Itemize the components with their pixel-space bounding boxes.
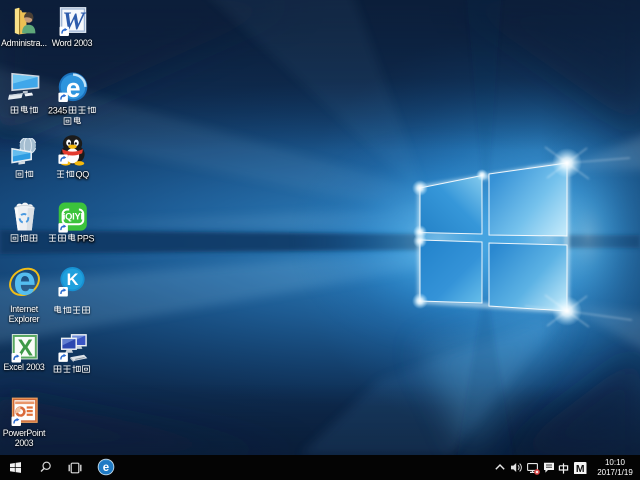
svg-text:PPS: PPS [77,234,95,244]
svg-text:e: e [65,73,79,103]
svg-text:2345: 2345 [48,106,67,116]
svg-text:iQIYI: iQIYI [62,212,82,222]
svg-text:K: K [66,271,78,289]
svg-text:e: e [13,267,35,300]
svg-text:M: M [576,464,585,475]
svg-text:QQ: QQ [75,170,89,180]
svg-text:e: e [103,462,109,474]
